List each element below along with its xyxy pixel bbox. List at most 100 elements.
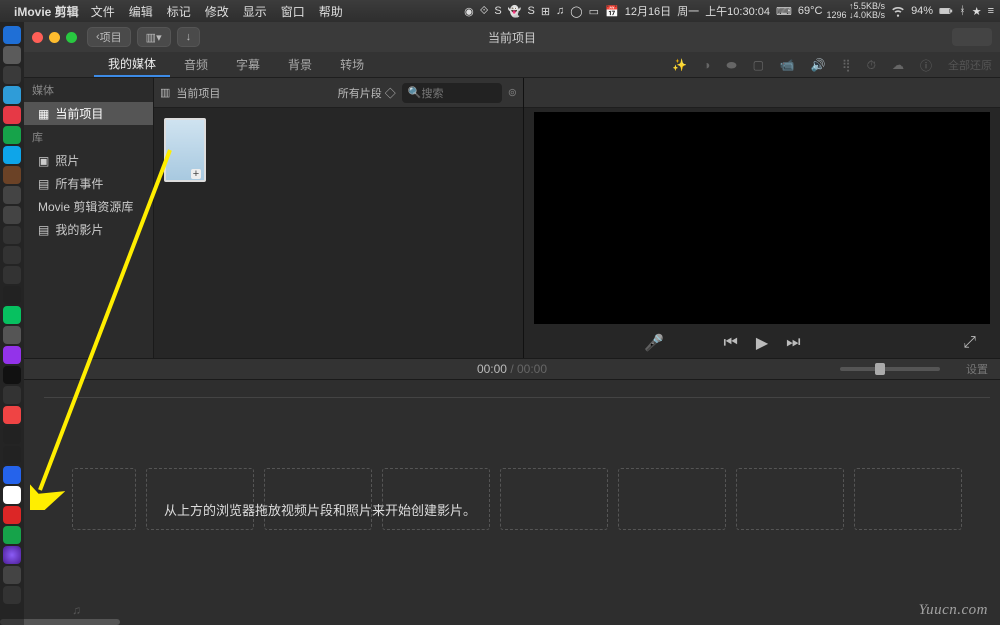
wifi-icon[interactable] [891,4,905,18]
app-name[interactable]: iMovie 剪辑 [14,3,79,20]
music-icon[interactable]: ♫ [556,5,564,17]
reset-all-button[interactable]: 全部还原 [948,57,992,73]
tab-my-media[interactable]: 我的媒体 [94,52,170,77]
status-icon[interactable]: ⊞ [541,5,550,18]
dock-app-icon[interactable] [3,46,21,64]
dock-app-icon[interactable] [3,386,21,404]
clip-filter-dropdown[interactable]: 所有片段 ◇ [338,85,396,101]
star-icon[interactable]: ★ [972,5,982,18]
menu-icon[interactable]: ≡ [988,5,994,17]
dock-imovie-icon[interactable] [3,546,21,564]
magic-wand-icon[interactable]: ✨ [672,58,687,72]
dock-app-icon[interactable] [3,346,21,364]
play-button[interactable]: ▶ [756,333,768,353]
import-button[interactable]: ↓ [177,27,201,47]
dock-app-icon[interactable] [3,266,21,284]
audio-track-icon[interactable]: ♫ [72,603,81,617]
dock-app-icon[interactable] [3,506,21,524]
dock-app-icon[interactable] [3,86,21,104]
dock-app-icon[interactable] [3,206,21,224]
timeline-slot[interactable] [618,468,726,530]
dock-trash-icon[interactable] [3,586,21,604]
search-input[interactable]: 🔍 搜索 [402,83,502,103]
display-icon[interactable]: ▭ [589,5,599,18]
dock-app-icon[interactable] [3,66,21,84]
maximize-button[interactable] [66,32,77,43]
status-icon[interactable]: S [494,5,501,17]
sync-icon[interactable]: ◯ [570,5,582,18]
dock-app-icon[interactable] [3,486,21,504]
dock-app-icon[interactable] [3,186,21,204]
color-correction-icon[interactable]: ⬬ [726,58,736,73]
dock-app-icon[interactable] [3,366,21,384]
zoom-slider[interactable] [840,367,940,371]
back-to-projects-button[interactable]: ‹ 项目 [87,27,131,47]
timeline-slot[interactable] [854,468,962,530]
timeline-slot[interactable] [736,468,844,530]
ghost-icon[interactable]: 👻 [508,5,522,18]
prev-button[interactable]: ⏮ [723,334,737,352]
view-layout-button[interactable]: ▥▾ [137,27,171,47]
sidebar-item-my-movies[interactable]: ▤ 我的影片 [24,218,153,241]
menu-window[interactable]: 窗口 [281,3,305,20]
sidebar-item-imovie-library[interactable]: Movie 剪辑资源库 [24,195,153,218]
tab-transitions[interactable]: 转场 [326,52,378,77]
dock-app-icon[interactable] [3,246,21,264]
voiceover-mic-icon[interactable]: 🎤 [644,333,664,353]
crop-icon[interactable]: ▢ [753,58,764,72]
color-balance-icon[interactable]: ◑ [703,58,710,72]
menu-view[interactable]: 显示 [243,3,267,20]
tab-titles[interactable]: 字幕 [222,52,274,77]
dock-app-icon[interactable] [3,426,21,444]
dock-app-icon[interactable] [3,466,21,484]
sidebar-item-photos[interactable]: ▣ 照片 [24,149,153,172]
bluetooth-icon[interactable]: ᚼ [959,5,966,17]
equalizer-icon[interactable]: ⢿ [842,58,851,72]
sidebar-item-current-project[interactable]: ▦ 当前项目 [24,102,153,125]
volume-icon[interactable]: 🔊 [811,58,826,72]
info-icon[interactable]: ⓘ [920,57,932,74]
dock-app-icon[interactable] [3,326,21,344]
status-icon[interactable]: S [527,5,534,17]
stabilize-icon[interactable]: 📹 [780,58,795,72]
dock-app-icon[interactable] [3,406,21,424]
minimize-button[interactable] [49,32,60,43]
dock-app-icon[interactable] [3,126,21,144]
dock-app-icon[interactable] [3,446,21,464]
share-button[interactable] [952,28,992,46]
browser-body[interactable] [154,108,523,358]
keyboard-icon[interactable]: ⌨ [776,5,792,18]
menu-mark[interactable]: 标记 [167,3,191,20]
timeline-settings-button[interactable]: 设置 [966,361,988,377]
speed-icon[interactable]: ⏱ [867,58,876,73]
menu-help[interactable]: 帮助 [319,3,343,20]
dock-app-icon[interactable] [3,166,21,184]
menu-file[interactable]: 文件 [91,3,115,20]
timeline-slot[interactable] [72,468,136,530]
sidebar-item-all-events[interactable]: ▤ 所有事件 [24,172,153,195]
timeline-slot[interactable] [146,468,254,530]
list-view-icon[interactable]: ▥ [160,86,170,99]
dock-app-icon[interactable] [3,526,21,544]
timeline-ruler[interactable] [44,380,990,398]
timeline-slot[interactable] [500,468,608,530]
calendar-icon[interactable]: 📅 [605,5,619,18]
dock-app-icon[interactable] [3,106,21,124]
filter-icon[interactable]: ⊚ [508,86,517,99]
close-button[interactable] [32,32,43,43]
menu-modify[interactable]: 修改 [205,3,229,20]
media-clip-thumbnail[interactable] [164,118,206,182]
dock-wechat-icon[interactable] [3,306,21,324]
video-preview[interactable] [534,112,990,324]
tab-backgrounds[interactable]: 背景 [274,52,326,77]
fullscreen-icon[interactable]: ⤢ [963,334,976,352]
filter-icon[interactable]: ☁ [892,58,904,72]
status-icon[interactable]: ◉ [464,5,474,18]
dock-finder-icon[interactable] [3,26,21,44]
tab-audio[interactable]: 音频 [170,52,222,77]
menubar-date[interactable]: 12月16日 [625,3,671,19]
menu-edit[interactable]: 编辑 [129,3,153,20]
status-icon[interactable]: ⟐ [480,5,489,18]
timeline-slot[interactable] [382,468,490,530]
next-button[interactable]: ⏭ [786,334,800,352]
